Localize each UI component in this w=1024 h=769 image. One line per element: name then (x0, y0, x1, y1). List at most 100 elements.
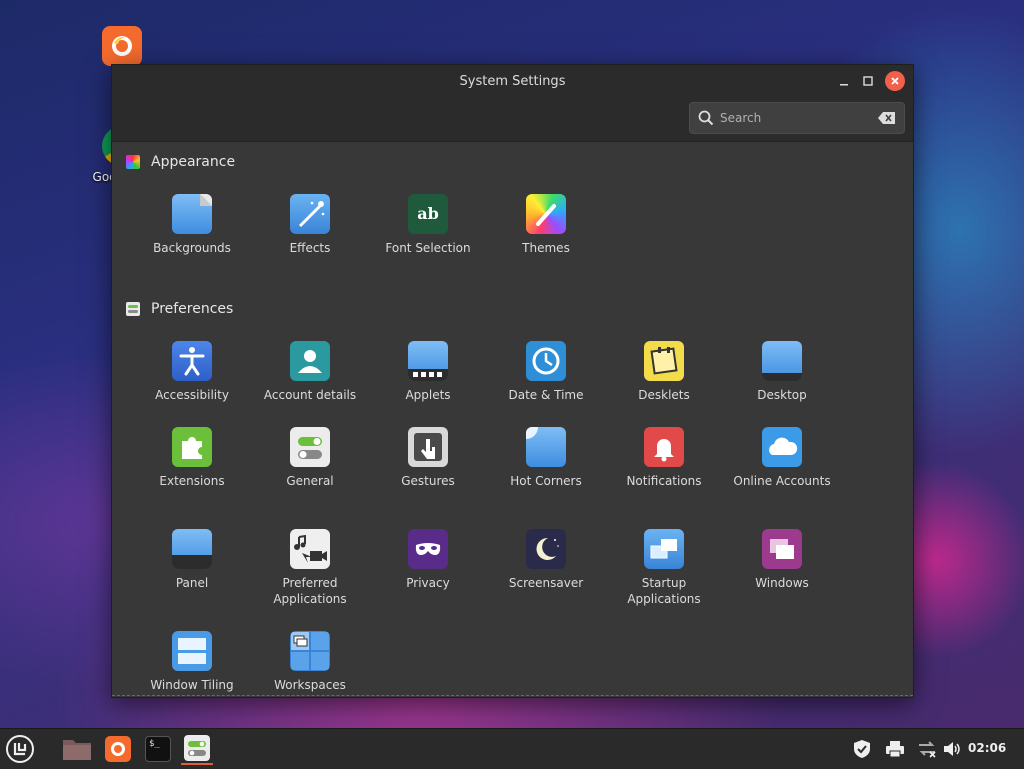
search-input[interactable] (718, 110, 872, 126)
themes-icon (526, 194, 566, 234)
clock[interactable]: 02:06 (968, 741, 1006, 755)
tray-network[interactable] (916, 739, 938, 759)
taskbar: $_ 02:06 (0, 728, 1024, 769)
applets-icon (408, 341, 448, 381)
settings-item-applets[interactable]: Applets (369, 341, 487, 403)
tray-security[interactable] (851, 739, 873, 759)
settings-item-gestures[interactable]: Gestures (369, 427, 487, 489)
maximize-icon (863, 76, 873, 86)
startup-applications-icon (644, 529, 684, 569)
item-label: Gestures (401, 474, 455, 488)
accessibility-icon (172, 341, 212, 381)
privacy-icon (408, 529, 448, 569)
search-icon (698, 110, 714, 126)
section-title: Preferences (151, 301, 234, 317)
search-box[interactable] (689, 102, 905, 134)
settings-item-extensions[interactable]: Extensions (133, 427, 251, 489)
settings-item-window-tiling[interactable]: Window Tiling (133, 631, 251, 693)
backgrounds-icon (172, 194, 212, 234)
settings-item-general[interactable]: General (251, 427, 369, 489)
minimize-icon (840, 84, 848, 86)
section-appearance: Appearance (126, 154, 235, 170)
settings-item-notifications[interactable]: Notifications (605, 427, 723, 489)
section-preferences: Preferences (126, 301, 233, 317)
item-label: Account details (263, 388, 357, 402)
settings-item-startup-applications[interactable]: Startup Applications (605, 529, 723, 607)
settings-item-font-selection[interactable]: ab Font Selection (369, 194, 487, 256)
firefox-icon (102, 26, 142, 66)
account-details-icon (290, 341, 330, 381)
settings-item-desklets[interactable]: Desklets (605, 341, 723, 403)
font-selection-glyph: ab (417, 204, 439, 223)
settings-item-screensaver[interactable]: Screensaver (487, 529, 605, 591)
item-label: Themes (522, 241, 570, 255)
clear-search-icon[interactable] (878, 112, 896, 124)
files-icon (63, 740, 91, 760)
item-label: General (286, 474, 334, 488)
item-label: Hot Corners (510, 474, 582, 488)
settings-item-effects[interactable]: Effects (251, 194, 369, 256)
settings-item-desktop[interactable]: Desktop (723, 341, 841, 403)
online-accounts-icon (762, 427, 802, 467)
effects-icon (290, 194, 330, 234)
menu-button[interactable] (4, 733, 36, 765)
settings-content: Appearance Backgrounds Effects ab Font S… (112, 142, 913, 697)
item-label: Font Selection (385, 241, 471, 255)
taskbar-system-settings[interactable] (181, 733, 213, 765)
item-label: Privacy (406, 576, 450, 590)
appearance-section-icon (126, 155, 140, 169)
item-label: Desktop (757, 388, 807, 402)
gestures-icon (408, 427, 448, 467)
settings-item-date-time[interactable]: Date & Time (487, 341, 605, 403)
titlebar[interactable]: System Settings (112, 65, 913, 142)
terminal-icon: $_ (145, 736, 171, 762)
item-label: Applets (405, 388, 451, 402)
window-tiling-icon (172, 631, 212, 671)
taskbar-firefox[interactable] (102, 733, 134, 765)
panel-icon (172, 529, 212, 569)
menu-icon (6, 735, 34, 763)
item-label: Window Tiling (150, 678, 234, 692)
settings-item-account-details[interactable]: Account details (251, 341, 369, 403)
item-label: Date & Time (508, 388, 584, 402)
item-label: Panel (175, 576, 209, 590)
volume-icon (944, 742, 960, 756)
printer-icon (886, 741, 904, 758)
minimize-button[interactable] (835, 72, 853, 90)
section-title: Appearance (151, 154, 236, 170)
settings-item-workspaces[interactable]: Workspaces (251, 631, 369, 693)
tray-printer[interactable] (884, 739, 906, 759)
network-icon (919, 741, 936, 758)
item-label: Notifications (626, 474, 702, 488)
taskbar-files[interactable] (61, 733, 93, 765)
settings-item-accessibility[interactable]: Accessibility (133, 341, 251, 403)
item-label: Startup Applications (627, 576, 701, 606)
item-label: Accessibility (155, 388, 229, 402)
notifications-icon (644, 427, 684, 467)
screensaver-icon (526, 529, 566, 569)
preferences-section-icon (126, 302, 140, 316)
date-time-icon (526, 341, 566, 381)
preferred-applications-icon (290, 529, 330, 569)
system-settings-window: System Settings Appearance Backgrounds (111, 64, 914, 698)
settings-item-privacy[interactable]: Privacy (369, 529, 487, 591)
item-label: Extensions (159, 474, 225, 488)
item-label: Backgrounds (153, 241, 231, 255)
settings-item-panel[interactable]: Panel (133, 529, 251, 591)
desklets-icon (644, 341, 684, 381)
maximize-button[interactable] (859, 72, 877, 90)
scroll-edge-indicator (112, 695, 913, 697)
settings-item-preferred-applications[interactable]: Preferred Applications (251, 529, 369, 607)
item-label: Preferred Applications (273, 576, 347, 606)
taskbar-terminal[interactable]: $_ (142, 733, 174, 765)
settings-item-windows[interactable]: Windows (723, 529, 841, 591)
close-icon (891, 77, 899, 85)
close-button[interactable] (885, 71, 905, 91)
settings-item-hot-corners[interactable]: Hot Corners (487, 427, 605, 489)
font-selection-icon: ab (408, 194, 448, 234)
firefox-icon (105, 736, 131, 762)
settings-item-themes[interactable]: Themes (487, 194, 605, 256)
settings-item-online-accounts[interactable]: Online Accounts (723, 427, 841, 489)
settings-item-backgrounds[interactable]: Backgrounds (133, 194, 251, 256)
tray-volume[interactable] (941, 739, 963, 759)
